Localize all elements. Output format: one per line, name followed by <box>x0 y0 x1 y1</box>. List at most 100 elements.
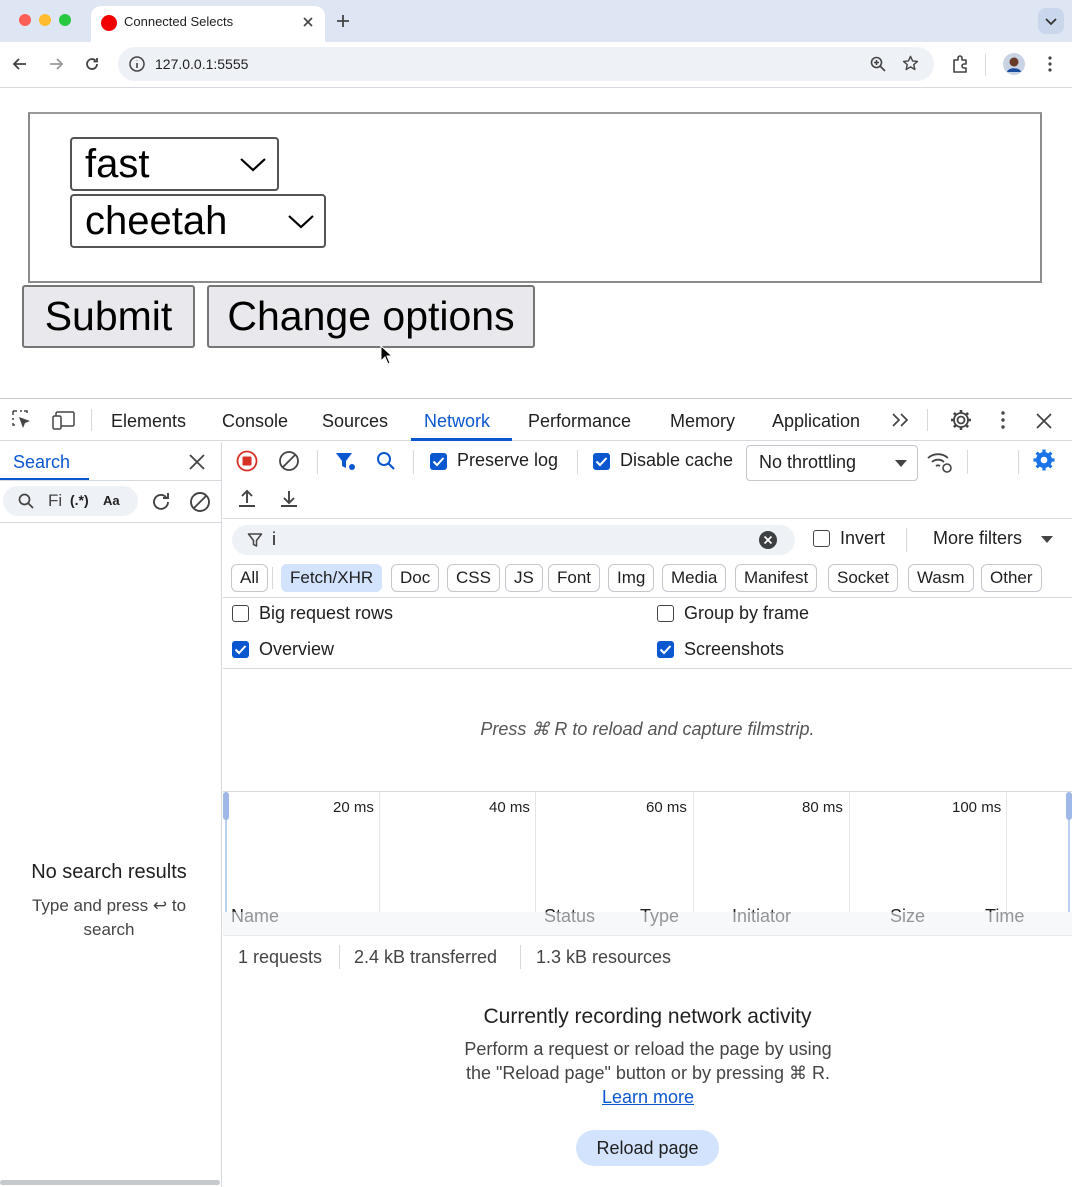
reload-icon[interactable] <box>82 54 102 74</box>
import-har-icon[interactable] <box>236 488 258 510</box>
close-search-icon[interactable] <box>188 453 206 471</box>
bookmark-star-icon[interactable] <box>901 54 920 73</box>
chevron-down-icon <box>1045 18 1057 26</box>
device-toolbar-icon[interactable] <box>52 409 78 431</box>
browser-toolbar: 127.0.0.1:5555 <box>0 42 1072 88</box>
tab-performance[interactable]: Performance <box>528 411 631 432</box>
tab-elements[interactable]: Elements <box>111 411 186 432</box>
match-case-toggle[interactable]: Aa <box>103 493 120 508</box>
forward-icon[interactable] <box>46 54 66 74</box>
chip-other[interactable]: Other <box>981 564 1042 592</box>
chip-socket[interactable]: Socket <box>828 564 898 592</box>
browser-menu-icon[interactable] <box>1040 54 1060 74</box>
animal-select[interactable]: cheetah <box>70 194 326 248</box>
search-divider <box>0 480 222 481</box>
invert-checkbox[interactable] <box>813 530 830 547</box>
clear-filter-icon[interactable] <box>758 530 778 550</box>
search-drawer: Search Fi (.*) Aa No search results Type… <box>0 442 222 1187</box>
big-request-rows-checkbox[interactable] <box>232 605 249 622</box>
close-devtools-icon[interactable] <box>1034 411 1054 431</box>
tab-memory[interactable]: Memory <box>670 411 735 432</box>
chip-css[interactable]: CSS <box>447 564 500 592</box>
timeline-tick-label: 20 ms <box>333 799 374 816</box>
learn-more-link[interactable]: Learn more <box>602 1087 694 1107</box>
preserve-log-checkbox[interactable] <box>430 453 447 470</box>
horizontal-scrollbar[interactable] <box>0 1180 220 1185</box>
chip-js[interactable]: JS <box>505 564 543 592</box>
profile-avatar-icon[interactable] <box>1002 52 1026 76</box>
chip-img[interactable]: Img <box>608 564 655 592</box>
timeline-left-handle[interactable] <box>223 792 229 820</box>
clear-search-icon[interactable] <box>188 490 212 514</box>
regex-toggle[interactable]: (.*) <box>70 492 89 508</box>
screenshots-checkbox[interactable] <box>657 641 674 658</box>
record-stop-icon[interactable] <box>236 450 258 472</box>
throttling-select[interactable]: No throttling <box>746 445 918 481</box>
address-bar[interactable]: 127.0.0.1:5555 <box>118 47 934 81</box>
summary-divider <box>520 945 521 969</box>
tab-application[interactable]: Application <box>772 411 860 432</box>
close-tab-icon[interactable] <box>300 14 316 30</box>
window-minimize-button[interactable] <box>39 14 51 26</box>
window-close-button[interactable] <box>19 14 31 26</box>
favicon-icon <box>101 15 117 31</box>
more-tabs-icon[interactable] <box>890 411 912 429</box>
site-info-icon[interactable] <box>128 55 146 73</box>
refresh-search-icon[interactable] <box>149 490 173 514</box>
network-conditions-icon[interactable] <box>926 449 954 475</box>
tab-console[interactable]: Console <box>222 411 288 432</box>
chips-divider <box>223 597 1072 598</box>
tab-network[interactable]: Network <box>424 411 490 432</box>
tab-divider <box>927 409 928 431</box>
chip-doc[interactable]: Doc <box>391 564 440 592</box>
chip-all[interactable]: All <box>231 564 268 592</box>
recording-text: Perform a request or reload the page by … <box>458 1037 838 1109</box>
window-zoom-button[interactable] <box>59 14 71 26</box>
chip-fetch-xhr[interactable]: Fetch/XHR <box>281 564 383 592</box>
timeline-gridline <box>379 792 380 912</box>
search-drawer-title[interactable]: Search <box>13 452 70 473</box>
devtools-panel: Elements Console Sources Network Perform… <box>0 398 1072 1187</box>
extensions-icon[interactable] <box>950 54 970 74</box>
submit-button[interactable]: Submit <box>22 285 195 348</box>
filter-icon[interactable] <box>334 450 356 472</box>
chip-media[interactable]: Media <box>662 564 727 592</box>
more-filters-button[interactable]: More filters <box>933 528 1022 549</box>
search-input[interactable]: Fi (.*) Aa <box>3 486 138 516</box>
summary-transferred: 2.4 kB transferred <box>354 947 498 967</box>
timeline-gridline <box>535 792 536 912</box>
reload-page-button[interactable]: Reload page <box>576 1130 719 1166</box>
timeline-top-border <box>223 791 1072 792</box>
timeline-right-handle[interactable] <box>1066 792 1072 820</box>
search-hint: Type and press ↩ to search <box>31 896 187 939</box>
network-settings-icon[interactable] <box>1032 448 1056 472</box>
recording-title: Currently recording network activity <box>483 1005 812 1028</box>
clear-log-icon[interactable] <box>278 450 300 472</box>
chip-manifest[interactable]: Manifest <box>735 564 818 592</box>
dropdown-arrow-icon <box>895 460 907 467</box>
overview-checkbox[interactable] <box>232 641 249 658</box>
back-icon[interactable] <box>10 54 30 74</box>
customize-menu-icon[interactable] <box>993 409 1013 431</box>
search-icon[interactable] <box>375 450 397 472</box>
summary-resources: 1.3 kB resources <box>536 947 672 967</box>
throttling-value: No throttling <box>759 452 857 472</box>
settings-gear-icon[interactable] <box>949 408 973 432</box>
new-tab-icon[interactable] <box>334 12 352 30</box>
inspect-element-icon[interactable] <box>11 409 33 431</box>
tab-search-button[interactable] <box>1038 8 1064 34</box>
change-options-button[interactable]: Change options <box>207 285 535 348</box>
export-har-icon[interactable] <box>278 488 300 510</box>
tab-sources[interactable]: Sources <box>322 411 388 432</box>
browser-tab[interactable]: Connected Selects <box>91 6 325 42</box>
devtools-tab-bar: Elements Console Sources Network Perform… <box>0 399 1072 441</box>
speed-select[interactable]: fast <box>70 137 279 191</box>
filter-input[interactable]: i <box>232 525 795 555</box>
network-panel: Preserve log Disable cache No throttling… <box>223 442 1072 1187</box>
group-by-frame-checkbox[interactable] <box>657 605 674 622</box>
chip-font[interactable]: Font <box>548 564 601 592</box>
zoom-icon[interactable] <box>869 55 887 73</box>
chip-wasm[interactable]: Wasm <box>908 564 974 592</box>
disable-cache-checkbox[interactable] <box>593 453 610 470</box>
speed-select-value: fast <box>85 142 150 186</box>
